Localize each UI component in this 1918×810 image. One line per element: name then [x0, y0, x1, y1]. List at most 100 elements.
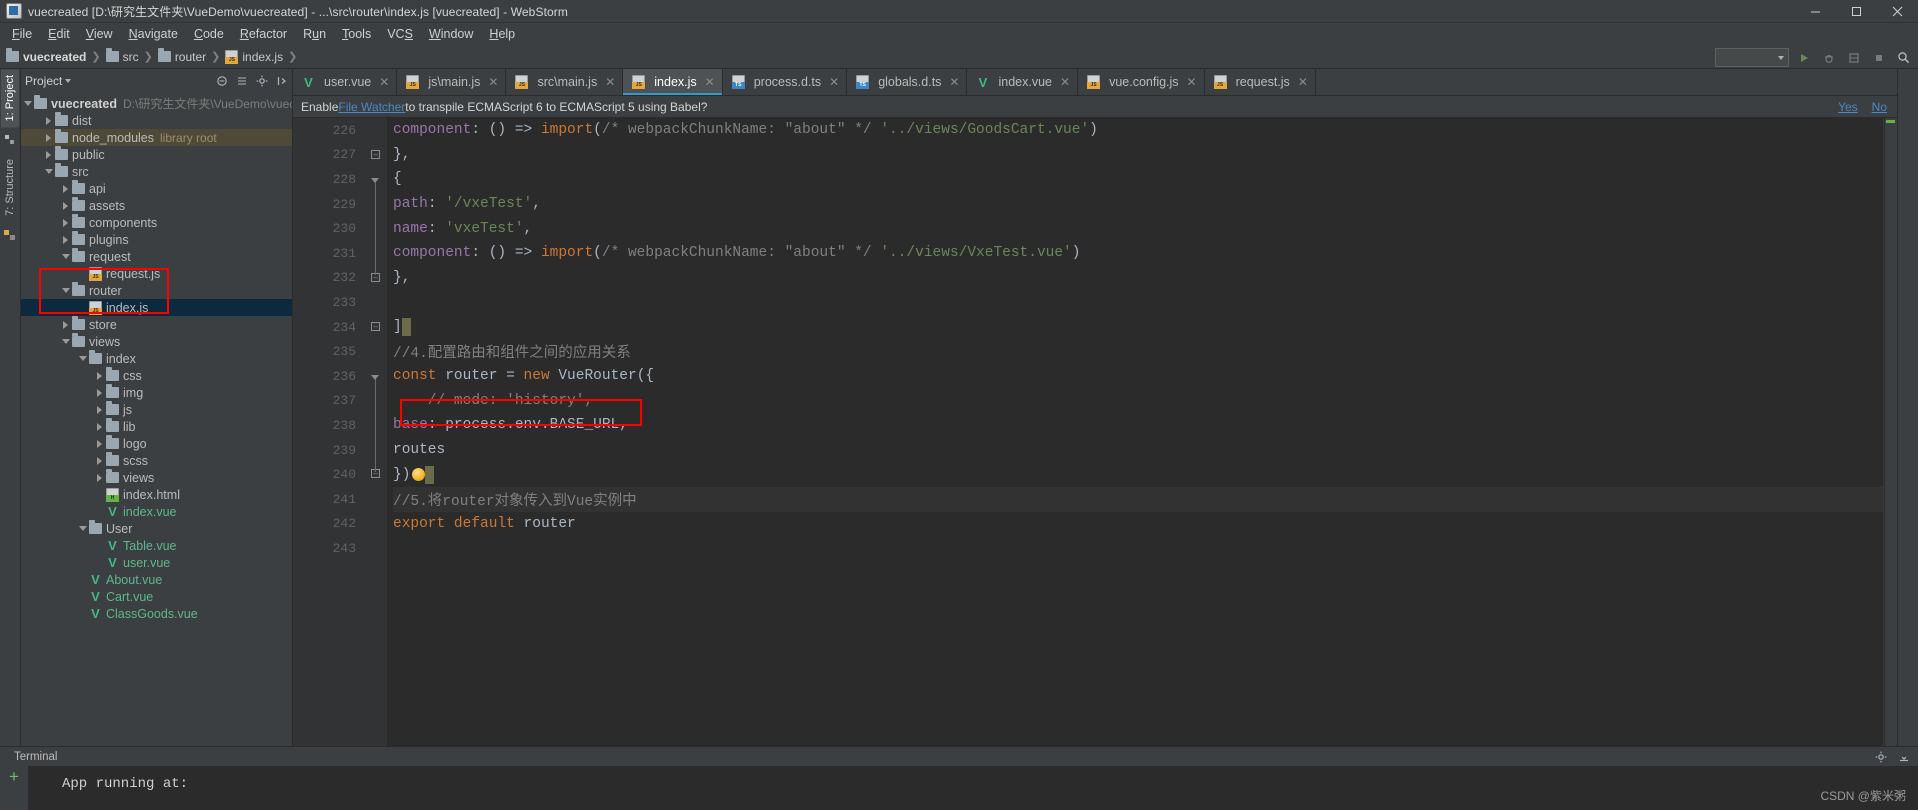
tree-item-request[interactable]: request — [21, 248, 292, 265]
code-line[interactable]: component: () => import(/* webpackChunkN… — [393, 118, 1884, 143]
error-stripe-scrollbar[interactable] — [1884, 118, 1897, 746]
close-icon[interactable]: ✕ — [829, 75, 839, 89]
menu-navigate[interactable]: Navigate — [121, 24, 186, 44]
expand-icon[interactable] — [235, 75, 248, 88]
breadcrumb-item-project[interactable]: vuecreated ❯ — [6, 50, 106, 64]
fold-collapse-marker[interactable]: – — [371, 150, 380, 159]
tree-item-logo[interactable]: logo — [21, 435, 292, 452]
tree-item-index[interactable]: index — [21, 350, 292, 367]
tree-expander-closed[interactable] — [93, 435, 106, 452]
line-number[interactable]: 235 — [293, 339, 365, 364]
line-number[interactable]: 241 — [293, 487, 365, 512]
menu-tools[interactable]: Tools — [334, 24, 379, 44]
code-line[interactable]: { — [393, 167, 1884, 192]
tree-expander-open[interactable] — [59, 248, 72, 265]
code-line[interactable]: }) — [393, 462, 1884, 487]
close-button[interactable] — [1877, 0, 1918, 23]
code-line[interactable]: //4.配置路由和组件之间的应用关系 — [393, 339, 1884, 364]
editor-tab-js-main-js[interactable]: js\main.js✕ — [397, 69, 506, 95]
tree-expander[interactable] — [76, 588, 89, 605]
debug-button[interactable] — [1818, 47, 1839, 68]
tree-item-user-vue[interactable]: Vuser.vue — [21, 554, 292, 571]
close-icon[interactable]: ✕ — [1298, 75, 1308, 89]
tree-item-public[interactable]: public — [21, 146, 292, 163]
close-icon[interactable]: ✕ — [1187, 75, 1197, 89]
tree-item-router[interactable]: router — [21, 282, 292, 299]
editor-tab-vue-config-js[interactable]: vue.config.js✕ — [1078, 69, 1205, 95]
menu-file[interactable]: File — [4, 24, 40, 44]
code-folding-gutter[interactable]: –––– — [365, 118, 387, 746]
hide-terminal-icon[interactable] — [1897, 750, 1910, 763]
tree-expander-open[interactable] — [76, 520, 89, 537]
code-line[interactable]: //5.将router对象传入到Vue实例中 — [393, 487, 1884, 512]
close-icon[interactable]: ✕ — [705, 75, 715, 89]
code-line[interactable]: // mode: 'history', — [393, 389, 1884, 414]
tree-item-user[interactable]: User — [21, 520, 292, 537]
notification-yes-link[interactable]: Yes — [1838, 100, 1858, 114]
tree-item-index-html[interactable]: index.html — [21, 486, 292, 503]
terminal-output[interactable]: App running at: — [28, 766, 1918, 810]
tree-expander[interactable] — [76, 299, 89, 316]
tree-item-node-modules[interactable]: node_moduleslibrary root — [21, 129, 292, 146]
code-line[interactable]: routes — [393, 438, 1884, 463]
favorites-icon[interactable] — [3, 133, 17, 147]
tree-item-src[interactable]: src — [21, 163, 292, 180]
editor-tab-src-main-js[interactable]: src\main.js✕ — [506, 69, 623, 95]
notification-no-link[interactable]: No — [1872, 100, 1887, 114]
line-number[interactable]: 228 — [293, 167, 365, 192]
tree-item-views[interactable]: views — [21, 469, 292, 486]
code-line[interactable]: name: 'vxeTest', — [393, 216, 1884, 241]
collapse-all-icon[interactable] — [215, 75, 228, 88]
code-line[interactable]: }, — [393, 143, 1884, 168]
tree-expander[interactable] — [93, 554, 106, 571]
intention-bulb-icon[interactable] — [412, 468, 425, 481]
menu-vcs[interactable]: VCS — [379, 24, 421, 44]
tree-expander-closed[interactable] — [42, 129, 55, 146]
line-number[interactable]: 238 — [293, 413, 365, 438]
run-button[interactable] — [1793, 47, 1814, 68]
breadcrumb-item-src[interactable]: src ❯ — [106, 50, 158, 64]
tool-window-project[interactable]: 1: Project — [1, 69, 19, 127]
tree-expander-closed[interactable] — [93, 418, 106, 435]
code-line[interactable]: ] — [393, 315, 1884, 340]
tree-expander-closed[interactable] — [42, 112, 55, 129]
line-number[interactable]: 229 — [293, 192, 365, 217]
line-number[interactable]: 227 — [293, 143, 365, 168]
tree-item-plugins[interactable]: plugins — [21, 231, 292, 248]
code-line[interactable]: }, — [393, 266, 1884, 291]
tree-expander[interactable] — [93, 503, 106, 520]
code-line[interactable] — [393, 536, 1884, 561]
tree-expander-closed[interactable] — [93, 452, 106, 469]
line-number[interactable]: 226 — [293, 118, 365, 143]
menu-code[interactable]: Code — [186, 24, 232, 44]
tree-expander[interactable] — [76, 571, 89, 588]
maximize-button[interactable] — [1836, 0, 1877, 23]
editor-tab-globals-d-ts[interactable]: globals.d.ts✕ — [847, 69, 967, 95]
tree-item-components[interactable]: components — [21, 214, 292, 231]
tree-expander-open[interactable] — [76, 350, 89, 367]
tree-item-css[interactable]: css — [21, 367, 292, 384]
project-panel-title[interactable]: Project — [25, 74, 62, 88]
code-editor[interactable]: 2262272282292302312322332342352362372382… — [293, 118, 1897, 746]
tree-expander-closed[interactable] — [59, 231, 72, 248]
line-number[interactable]: 230 — [293, 216, 365, 241]
line-number[interactable]: 234 — [293, 315, 365, 340]
tree-expander-open[interactable] — [21, 95, 34, 112]
line-number[interactable]: 236 — [293, 364, 365, 389]
editor-tab-process-d-ts[interactable]: process.d.ts✕ — [723, 69, 847, 95]
code-line[interactable]: path: '/vxeTest', — [393, 192, 1884, 217]
menu-help[interactable]: Help — [481, 24, 523, 44]
search-icon[interactable] — [1893, 47, 1914, 68]
new-terminal-session-button[interactable]: + — [9, 770, 19, 784]
code-line[interactable] — [393, 290, 1884, 315]
tree-expander[interactable] — [76, 265, 89, 282]
tree-item-scss[interactable]: scss — [21, 452, 292, 469]
close-icon[interactable]: ✕ — [1060, 75, 1070, 89]
menu-view[interactable]: View — [78, 24, 121, 44]
code-line[interactable]: const router = new VueRouter({ — [393, 364, 1884, 389]
tree-expander-open[interactable] — [59, 333, 72, 350]
line-number[interactable]: 233 — [293, 290, 365, 315]
tree-expander-open[interactable] — [42, 163, 55, 180]
tree-item-img[interactable]: img — [21, 384, 292, 401]
tree-expander-closed[interactable] — [59, 214, 72, 231]
